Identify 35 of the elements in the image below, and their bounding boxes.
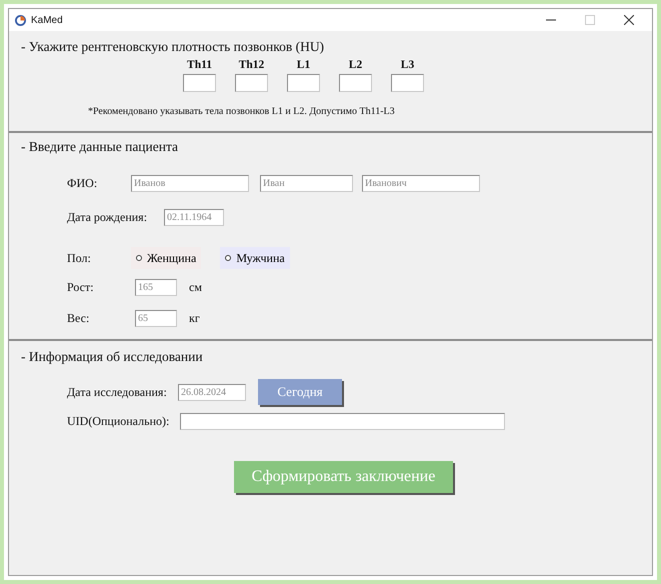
vertebra-label: Th12: [238, 59, 264, 71]
vertebra-label: L3: [400, 59, 414, 71]
field-label: Пол:: [67, 250, 92, 266]
input-field[interactable]: 26.08.2024: [178, 384, 246, 400]
field-label: Вес:: [67, 311, 90, 326]
input-field[interactable]: [339, 74, 372, 92]
input-field[interactable]: Иванов: [131, 175, 249, 192]
input-field[interactable]: Иванович: [362, 175, 480, 192]
input-field[interactable]: [235, 74, 268, 92]
input-field[interactable]: 165: [135, 279, 177, 296]
field-label: Рост:: [67, 280, 95, 295]
field-label: UID(Опционально):: [67, 414, 170, 429]
field-label: Дата исследования:: [67, 384, 168, 400]
unit-label: см: [189, 280, 202, 295]
app-logo-icon: [15, 14, 26, 26]
input-field[interactable]: [391, 74, 424, 92]
note-text: *Рекомендовано указывать тела позвонков L1 и L2. Допустимо Th11-L3: [88, 106, 396, 117]
section-heading: - Укажите рентгеновскую плотность позвонков (HU): [21, 39, 326, 55]
input-field[interactable]: [183, 74, 216, 92]
section-heading: - Введите данные пациента: [21, 139, 180, 155]
field-label: ФИО:: [67, 176, 98, 191]
input-field[interactable]: [287, 74, 320, 92]
unit-label: кг: [189, 311, 200, 326]
input-field[interactable]: 65: [135, 310, 177, 327]
window-title: KaMed: [31, 14, 63, 26]
input-field[interactable]: [180, 413, 505, 430]
input-field[interactable]: 02.11.1964: [164, 209, 224, 226]
vertebra-label: L1: [296, 59, 310, 71]
field-label: Дата рождения:: [67, 210, 148, 225]
vertebra-label: L2: [348, 59, 362, 71]
input-field[interactable]: Иван: [260, 175, 353, 192]
section-heading: - Информация об исследовании: [21, 349, 204, 365]
vertebra-label: Th11: [187, 59, 212, 71]
radio-option[interactable]: Мужчина: [220, 247, 290, 269]
radio-option[interactable]: Женщина: [131, 247, 202, 269]
